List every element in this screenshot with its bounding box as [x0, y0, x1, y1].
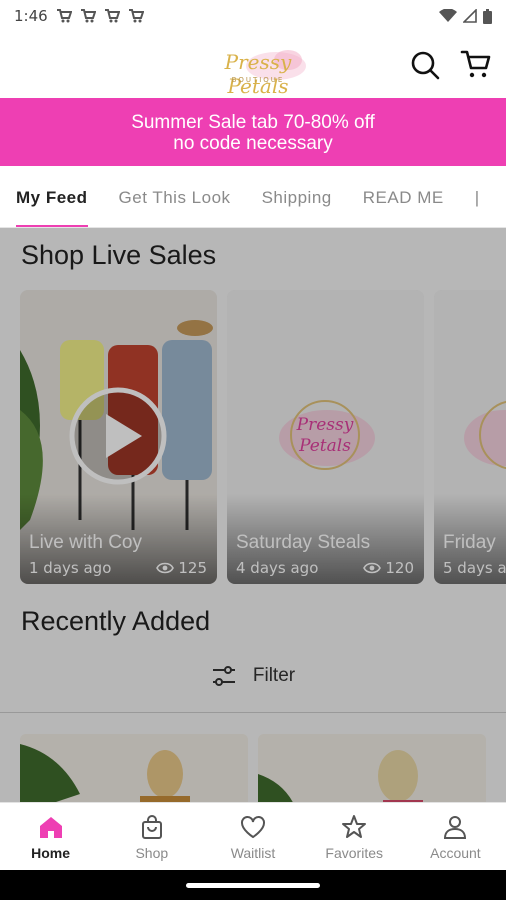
nav-account-label: Account — [430, 844, 481, 861]
system-status-icons — [439, 8, 492, 24]
promo-line-1: Summer Sale tab 70-80% off — [131, 112, 375, 133]
cart-notification-icon — [104, 9, 120, 23]
shop-live-sales-title: Shop Live Sales — [21, 240, 217, 270]
tab-get-this-look[interactable]: Get This Look — [119, 166, 231, 227]
nav-shop-label: Shop — [135, 844, 169, 861]
product-card[interactable] — [258, 734, 486, 802]
promo-line-2: no code necessary — [173, 133, 333, 154]
nav-home-label: Home — [31, 844, 71, 861]
recently-added-title: Recently Added — [21, 606, 211, 636]
eye-icon — [363, 562, 382, 574]
cart-notification-icon — [80, 9, 96, 23]
product-image — [258, 734, 486, 802]
heart-icon — [241, 815, 265, 838]
live-sale-title: Live with Coy — [29, 532, 142, 553]
sliders-icon — [212, 666, 235, 686]
nav-account[interactable]: Account — [405, 803, 506, 870]
live-sale-age: 4 days ago — [236, 559, 319, 577]
feed-tabs: My Feed Get This Look Shipping READ ME | — [0, 166, 506, 228]
svg-text:Pressy: Pressy — [296, 415, 354, 435]
eye-icon — [156, 562, 175, 574]
battery-icon — [483, 8, 492, 24]
person-icon — [444, 815, 467, 839]
status-bar: 1:46 — [0, 0, 506, 32]
nav-favorites[interactable]: Favorites — [304, 803, 405, 870]
view-count: 125 — [178, 559, 207, 577]
filter-button[interactable]: Filter — [0, 646, 506, 706]
nav-shop[interactable]: Shop — [101, 803, 202, 870]
tab-shipping[interactable]: Shipping — [262, 166, 332, 227]
wifi-icon — [439, 9, 457, 22]
star-icon — [342, 814, 367, 838]
svg-text:Petals: Petals — [298, 436, 351, 456]
cart-icon[interactable] — [460, 48, 492, 80]
tab-my-feed[interactable]: My Feed — [16, 166, 88, 227]
app-header: Pressy Petals BOUTIQUE — [0, 32, 506, 98]
bottom-navigation: Home Shop Waitlist Favorites Account — [0, 802, 506, 870]
nav-favorites-label: Favorites — [325, 844, 383, 861]
logo-text: Pressy Petals — [224, 50, 292, 98]
tab-read-me[interactable]: READ ME — [363, 166, 444, 227]
live-sale-card[interactable]: Friday 5 days a — [434, 290, 506, 584]
live-sale-card[interactable]: Pressy Petals Saturday Steals 4 days ago… — [227, 290, 424, 584]
logo-subtitle: BOUTIQUE — [231, 76, 285, 84]
promo-banner[interactable]: Summer Sale tab 70-80% off no code neces… — [0, 98, 506, 166]
live-sale-age: 1 days ago — [29, 559, 112, 577]
nav-waitlist[interactable]: Waitlist — [202, 803, 303, 870]
view-count: 120 — [385, 559, 414, 577]
nav-home[interactable]: Home — [0, 803, 101, 870]
boutique-logo[interactable]: Pressy Petals BOUTIQUE — [198, 40, 318, 98]
shopping-bag-icon — [141, 814, 162, 839]
live-sale-age: 5 days a — [443, 559, 506, 577]
section-divider — [0, 712, 506, 713]
notification-icons — [56, 9, 144, 23]
search-icon[interactable] — [410, 50, 440, 80]
cart-notification-icon — [56, 9, 72, 23]
play-icon[interactable] — [68, 386, 168, 486]
live-sale-card[interactable]: Live with Coy 1 days ago 125 — [20, 290, 217, 584]
filter-label: Filter — [252, 665, 296, 686]
product-card[interactable] — [20, 734, 248, 802]
product-image — [20, 734, 248, 802]
signal-icon — [463, 9, 477, 23]
live-sale-title: Saturday Steals — [236, 532, 371, 553]
status-time: 1:46 — [14, 7, 48, 25]
nav-waitlist-label: Waitlist — [230, 844, 276, 861]
live-sale-views: 125 — [156, 559, 207, 577]
live-sale-title: Friday — [443, 532, 496, 553]
live-sale-views: 120 — [363, 559, 414, 577]
feed-content: Shop Live Sales Live with Coy 1 days ago… — [0, 228, 506, 802]
system-navigation-bar — [0, 870, 506, 900]
home-icon — [39, 816, 62, 838]
home-gesture-pill[interactable] — [186, 883, 320, 888]
live-sales-carousel[interactable]: Live with Coy 1 days ago 125 Pressy Peta… — [20, 290, 506, 584]
tab-more[interactable]: | — [475, 166, 480, 227]
cart-notification-icon — [128, 9, 144, 23]
